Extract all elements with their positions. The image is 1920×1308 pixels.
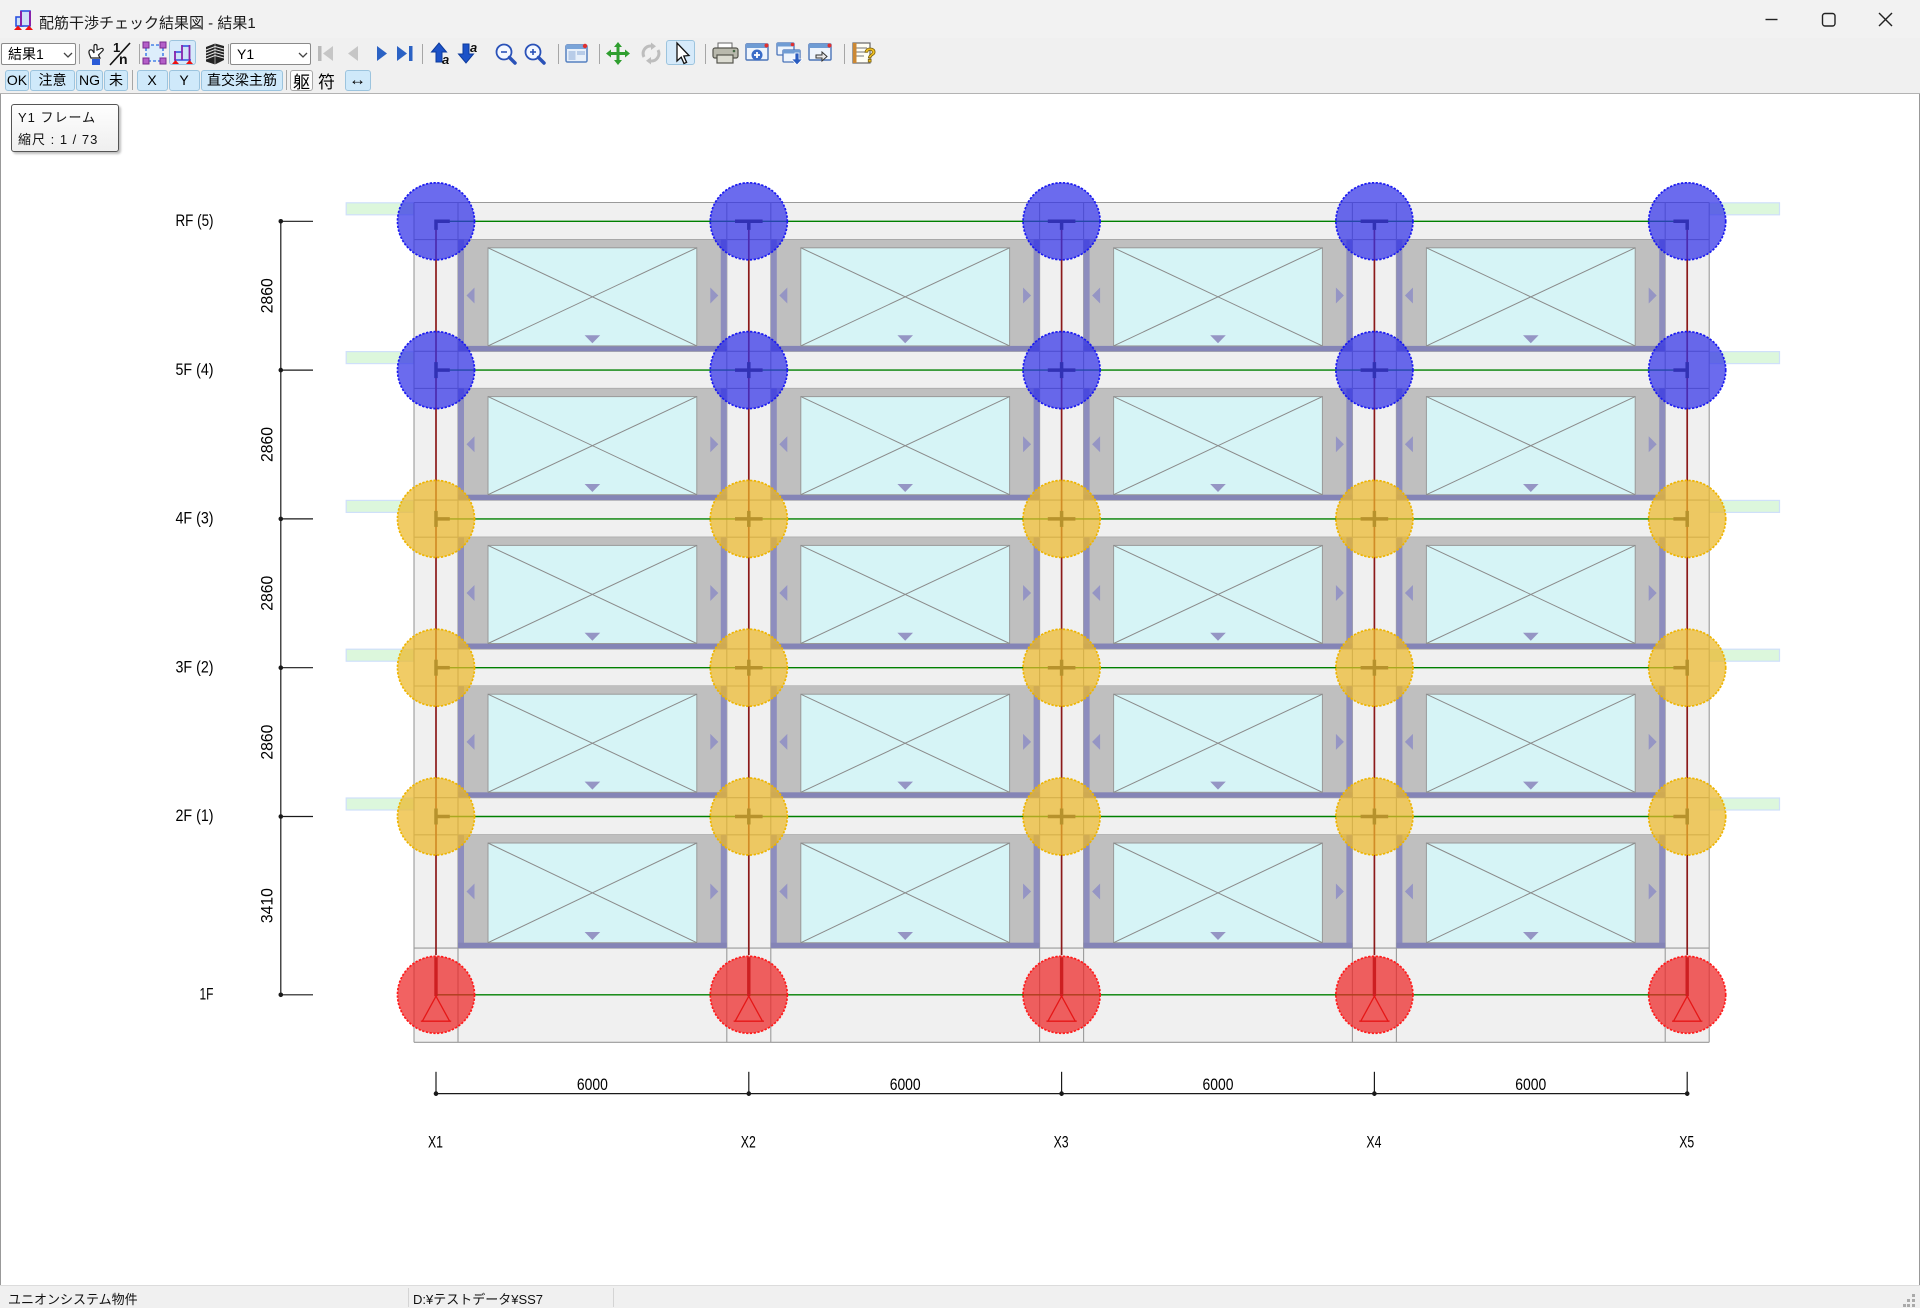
svg-text:6000: 6000 — [577, 1075, 608, 1094]
svg-text:5F (4): 5F (4) — [176, 360, 214, 379]
svg-text:6000: 6000 — [890, 1075, 921, 1094]
svg-text:2860: 2860 — [258, 278, 277, 313]
svg-text:4F (3): 4F (3) — [176, 509, 214, 528]
svg-text:2860: 2860 — [258, 576, 277, 611]
svg-text:X1: X1 — [428, 1133, 443, 1152]
svg-text:X3: X3 — [1054, 1133, 1069, 1152]
svg-text:6000: 6000 — [1203, 1075, 1234, 1094]
svg-text:3410: 3410 — [258, 888, 277, 923]
svg-text:2860: 2860 — [258, 725, 277, 760]
svg-text:X5: X5 — [1679, 1133, 1694, 1152]
svg-text:X2: X2 — [741, 1133, 756, 1152]
svg-text:3F (2): 3F (2) — [176, 657, 214, 676]
svg-text:2F (1): 2F (1) — [176, 806, 214, 825]
svg-text:RF (5): RF (5) — [176, 211, 214, 230]
svg-text:1F: 1F — [200, 985, 214, 1004]
svg-text:2860: 2860 — [258, 427, 277, 462]
svg-text:6000: 6000 — [1515, 1075, 1546, 1094]
svg-text:X4: X4 — [1366, 1133, 1381, 1152]
